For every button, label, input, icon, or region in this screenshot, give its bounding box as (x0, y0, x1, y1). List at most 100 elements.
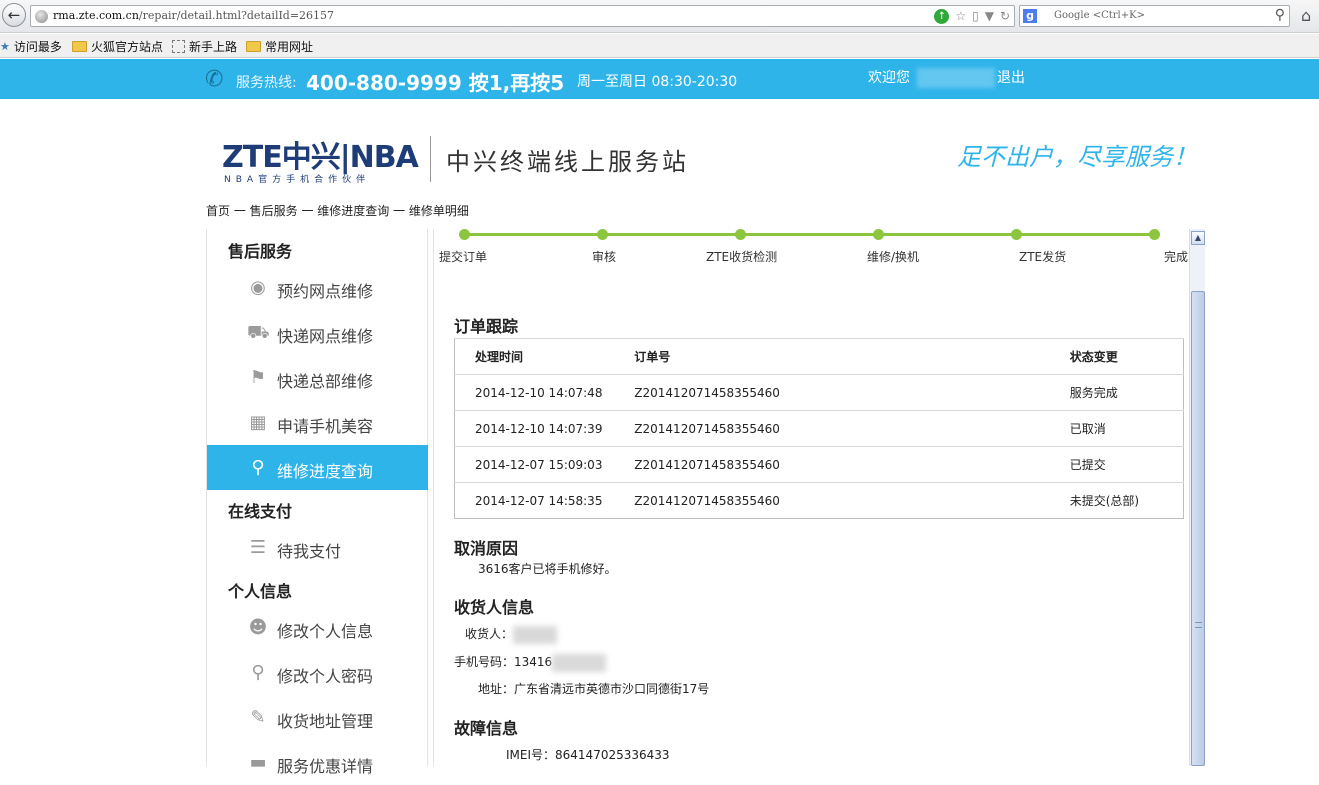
sidebar-item-address-management[interactable]: ✎ 收货地址管理 (207, 695, 428, 740)
table-cell-status: 已取消 (1049, 410, 1184, 447)
progress-dot (597, 229, 608, 240)
progress-line (464, 233, 1154, 236)
table-cell-status: 已提交 (1049, 446, 1184, 483)
table-cell-time: 2014-12-07 15:09:03 (454, 446, 615, 483)
url-path: /repair/detail.html?detailId=26157 (138, 9, 335, 22)
bookmark-label: 火狐官方站点 (91, 40, 164, 54)
sidebar-section-after-sales: 售后服务 (228, 242, 293, 261)
imei-value: 864147025336433 (555, 748, 670, 762)
sidebar-item-phone-beauty[interactable]: ▦ 申请手机美容 (207, 400, 428, 445)
site-title: 中兴终端线上服务站 (446, 148, 689, 176)
bookmark-label: 常用网址 (265, 40, 314, 54)
url-bar[interactable]: rma.zte.com.cn/repair/detail.html?detail… (30, 5, 1015, 27)
sidebar: 售后服务 ◉ 预约网点维修 ⛟ 快递网点维修 ⚑ 快递总部维修 ▦ 申请手机美容… (206, 229, 428, 776)
cancel-reason-title: 取消原因 (454, 539, 519, 558)
sidebar-item-label: 收货地址管理 (277, 712, 374, 731)
receiver-address-label: 地址： (478, 682, 515, 696)
slogan: 足不出户，尽享服务！ (957, 143, 1197, 171)
ticket-icon: ▬ (249, 752, 267, 773)
progress-dot (1011, 229, 1022, 240)
sidebar-item-label: 修改个人信息 (277, 622, 374, 641)
welcome-text: 欢迎您 (868, 70, 910, 86)
sidebar-item-change-password[interactable]: ⚲ 修改个人密码 (207, 650, 428, 695)
progress-step-label: 审核 (592, 250, 617, 264)
top-bar: ✆ 服务热线: 400-880-9999 按1,再按5 周一至周日 08:30-… (0, 59, 1319, 99)
order-tracking-table: 处理时间 订单号 状态变更 2014-12-10 14:07:48 Z20141… (454, 338, 1184, 519)
table-row: 2014-12-10 14:07:39 Z201412071458355460 … (454, 410, 1184, 447)
scroll-thumb[interactable] (1191, 291, 1205, 766)
table-cell-order: Z201412071458355460 (614, 374, 1050, 411)
table-header: 状态变更 (1049, 338, 1184, 375)
logo-divider (430, 136, 431, 182)
table-header: 订单号 (614, 338, 1050, 375)
sidebar-item-express-outlet-repair[interactable]: ⛟ 快递网点维修 (207, 310, 428, 355)
sidebar-section-personal-info: 个人信息 (228, 582, 293, 601)
mobile-icon[interactable]: ▯ (972, 9, 979, 23)
zte-nba-logo[interactable]: ZTE中兴|NBA NBA官方手机合作伙伴 (222, 132, 422, 187)
google-icon[interactable]: g (1023, 9, 1037, 23)
browser-navbar: ← rma.zte.com.cn/repair/detail.html?deta… (0, 0, 1319, 33)
reload-icon[interactable]: ↻ (1000, 9, 1010, 23)
order-tracking-title: 订单跟踪 (454, 317, 519, 336)
url-host: rma.zte.com.cn (53, 9, 139, 22)
bookmarks-bar: ★ 访问最多 火狐官方站点 新手上路 常用网址 (0, 34, 1319, 58)
scroll-up-icon[interactable]: ▲ (1191, 231, 1205, 245)
edit-icon: ✎ (250, 707, 266, 728)
scroll-grip-icon (1195, 622, 1202, 628)
progress-step-label: 完成 (1164, 250, 1189, 264)
table-row: 2014-12-10 14:07:48 Z201412071458355460 … (454, 374, 1184, 411)
bookmark-common-urls[interactable]: 常用网址 (246, 38, 313, 55)
receiver-address-value: 广东省清远市英德市沙口同德街17号 (514, 682, 710, 696)
content-scrollbar[interactable]: ▲ (1189, 229, 1205, 766)
bookmark-getting-started[interactable]: 新手上路 (172, 38, 237, 55)
url-icons: ↑ ☆ ▯ ▼ ↻ (934, 8, 1010, 24)
main-content: 提交订单 审核 ZTE收货检测 维修/换机 ZTE发货 完成 订单跟踪 处理时间… (433, 229, 1205, 766)
star-icon[interactable]: ☆ (955, 9, 966, 23)
table-cell-status: 未提交(总部) (1049, 482, 1184, 519)
sidebar-item-edit-profile[interactable]: ☻ 修改个人信息 (207, 605, 428, 650)
sidebar-item-label: 预约网点维修 (277, 282, 374, 301)
table-cell-time: 2014-12-10 14:07:48 (454, 374, 615, 411)
bookmark-most-visited[interactable]: ★ 访问最多 (0, 38, 62, 55)
fault-info-title: 故障信息 (454, 719, 519, 738)
go-arrow-icon[interactable]: ↑ (934, 8, 950, 24)
phone-device-icon: ▦ (249, 412, 267, 433)
logout-link[interactable]: 退出 (997, 67, 1025, 87)
sidebar-item-express-hq-repair[interactable]: ⚑ 快递总部维修 (207, 355, 428, 400)
logo-main-text: ZTE中兴|NBA (222, 140, 419, 175)
breadcrumb[interactable]: 首页 一 售后服务 一 维修进度查询 一 维修单明细 (206, 202, 469, 219)
sidebar-item-book-repair[interactable]: ◉ 预约网点维修 (207, 265, 428, 310)
progress-dot (459, 229, 470, 240)
search-bar[interactable]: g Google <Ctrl+K> ⚲ (1019, 5, 1290, 27)
home-icon[interactable]: ⌂ (1301, 6, 1311, 25)
sidebar-item-label: 修改个人密码 (277, 667, 374, 686)
progress-dot (735, 229, 746, 240)
sidebar-item-label: 快递总部维修 (277, 372, 374, 391)
receiver-info-title: 收货人信息 (454, 598, 535, 617)
sidebar-item-label: 维修进度查询 (277, 462, 374, 481)
search-icon[interactable]: ⚲ (1275, 7, 1285, 23)
progress-step-label: 提交订单 (439, 250, 488, 264)
table-cell-time: 2014-12-07 14:58:35 (454, 482, 615, 519)
url-text[interactable]: rma.zte.com.cn/repair/detail.html?detail… (53, 9, 334, 22)
bookmark-firefox-official[interactable]: 火狐官方站点 (72, 38, 163, 55)
dropdown-icon[interactable]: ▼ (985, 9, 994, 23)
folder-icon (246, 41, 261, 52)
receiver-phone-label: 手机号码： (454, 655, 515, 669)
sidebar-item-service-discount[interactable]: ▬ 服务优惠详情 (207, 740, 428, 785)
receiver-address-row: 地址：广东省清远市英德市沙口同德街17号 (478, 680, 709, 697)
sidebar-item-repair-progress[interactable]: ⚲ 维修进度查询 (207, 445, 428, 490)
receiver-phone-row: 手机号码：13416 (454, 653, 607, 672)
sidebar-item-pending-payment[interactable]: ☰ 待我支付 (207, 525, 428, 570)
back-arrow-icon[interactable]: ← (2, 3, 26, 27)
search-input[interactable]: Google <Ctrl+K> (1054, 10, 1145, 21)
table-header-row: 处理时间 订单号 状态变更 (454, 338, 1184, 375)
search-icon: ⚲ (251, 457, 265, 478)
globe-icon (35, 10, 48, 23)
progress-step-label: ZTE发货 (1019, 250, 1067, 264)
hotline-label: 服务热线: (236, 75, 297, 91)
receiver-name-blurred (513, 625, 558, 644)
sidebar-item-label: 申请手机美容 (277, 417, 374, 436)
sidebar-item-label: 快递网点维修 (277, 327, 374, 346)
receiver-phone-blurred (552, 653, 607, 672)
